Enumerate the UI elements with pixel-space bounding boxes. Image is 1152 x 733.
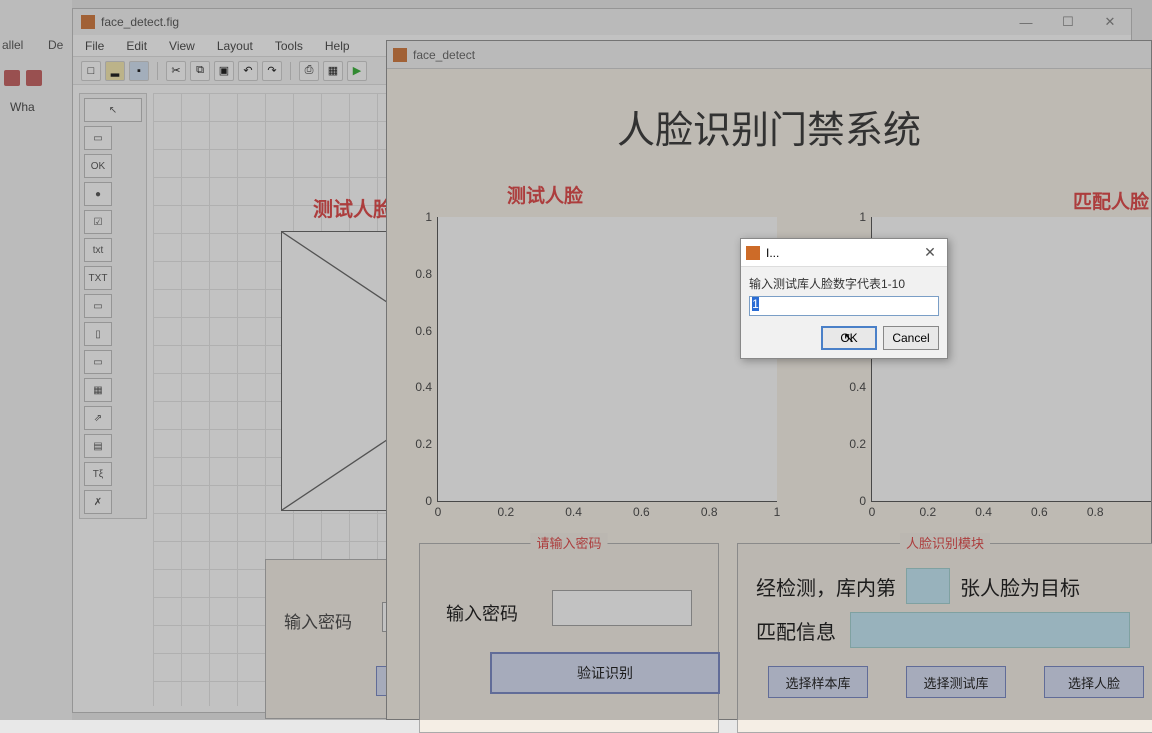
match-info-field	[850, 612, 1130, 648]
axes-tool[interactable]: ⇗	[84, 406, 112, 430]
panel-title: 请输入密码	[530, 533, 607, 552]
select-face-button[interactable]: 选择人脸	[1044, 666, 1144, 698]
matlab-icon	[81, 15, 95, 29]
dialog-close-button[interactable]: ✕	[913, 244, 947, 261]
guide-axes-title: 测试人脸	[313, 193, 393, 222]
matlab-icon	[393, 48, 407, 62]
menu-file[interactable]: File	[85, 39, 104, 53]
listbox-tool[interactable]: ▯	[84, 322, 112, 346]
slider-tool[interactable]: OK	[84, 154, 112, 178]
ytick: 0	[859, 494, 866, 508]
menu-layout[interactable]: Layout	[217, 39, 253, 53]
align-icon[interactable]: ▦	[323, 61, 343, 81]
save-icon[interactable]: ▪	[129, 61, 149, 81]
select-sample-button[interactable]: 选择样本库	[768, 666, 868, 698]
ytick: 0.8	[415, 267, 432, 281]
run-icon[interactable]: ▶	[347, 61, 367, 81]
paste-icon[interactable]: ▣	[214, 61, 234, 81]
xtick: 0.2	[919, 505, 936, 519]
ytick: 0	[425, 494, 432, 508]
password-input[interactable]	[552, 590, 692, 626]
redo-icon[interactable]: ↷	[262, 61, 282, 81]
xtick: 0.2	[497, 505, 514, 519]
menu-view[interactable]: View	[169, 39, 195, 53]
menu-edit[interactable]: Edit	[126, 39, 147, 53]
match-face-title: 匹配人脸	[1073, 187, 1149, 214]
popup-tool[interactable]: ▭	[84, 294, 112, 318]
verify-button[interactable]: 验证识别	[490, 652, 720, 694]
result-text-a: 经检测，库内第	[756, 572, 896, 601]
dialog-prompt: 输入测试库人脸数字代表1-10	[749, 275, 939, 292]
pushbutton-tool[interactable]: ▭	[84, 126, 112, 150]
component-palette: ↖ ▭ OK ● ☑ txt TXT ▭ ▯ ▭ ▦ ⇗ ▤ Tξ ✗	[79, 93, 147, 519]
dialog-titlebar[interactable]: I... ✕	[741, 239, 947, 267]
input-dialog: I... ✕ 输入测试库人脸数字代表1-10 1 OK ↖ Cancel	[740, 238, 948, 359]
xtick: 0.8	[1087, 505, 1104, 519]
menu-help[interactable]: Help	[325, 39, 350, 53]
xtick: 0.4	[975, 505, 992, 519]
select-test-button[interactable]: 选择测试库	[906, 666, 1006, 698]
minimize-button[interactable]: —	[1005, 9, 1047, 35]
dialog-input[interactable]: 1	[749, 296, 939, 316]
figure-titlebar: face_detect	[387, 41, 1151, 69]
password-panel: 请输入密码 输入密码 验证识别	[419, 543, 719, 733]
ytick: 1	[425, 210, 432, 224]
xtick: 0.4	[565, 505, 582, 519]
copy-icon[interactable]: ⧉	[190, 61, 210, 81]
test-face-axes: 1 0.8 0.6 0.4 0.2 0 0 0.2 0.4 0.6 0.8 1	[437, 217, 777, 502]
figure-title-text: face_detect	[413, 48, 475, 62]
password-label: 输入密码	[284, 608, 352, 633]
toolstrip-tab: allel	[2, 38, 23, 52]
panel-title: 人脸识别模块	[900, 533, 990, 552]
ytick: 0.4	[415, 380, 432, 394]
radio-tool[interactable]: ●	[84, 182, 112, 206]
undo-icon[interactable]: ↶	[238, 61, 258, 81]
xtick: 0	[869, 505, 876, 519]
activex-tool[interactable]: ✗	[84, 490, 112, 514]
toolstrip-tab: De	[48, 38, 63, 52]
maximize-button[interactable]: ☐	[1047, 9, 1089, 35]
toggle-tool[interactable]: ▭	[84, 350, 112, 374]
ytick: 0.6	[415, 324, 432, 338]
buttongroup-tool[interactable]: Tξ	[84, 462, 112, 486]
whatsnew-fragment: Wha	[10, 100, 35, 114]
result-text-b: 张人脸为目标	[960, 572, 1080, 601]
xtick: 0.6	[1031, 505, 1048, 519]
password-label: 输入密码	[446, 600, 518, 626]
ytick: 0.2	[849, 437, 866, 451]
panel-tool[interactable]: ▤	[84, 434, 112, 458]
figure-window: face_detect 人脸识别门禁系统 测试人脸 匹配人脸 1 0.8 0.6…	[386, 40, 1152, 720]
recognition-panel: 人脸识别模块 经检测，库内第 张人脸为目标 匹配信息 选择样本库 选择测试库 选…	[737, 543, 1152, 733]
test-face-title: 测试人脸	[507, 181, 583, 208]
xtick: 0.6	[633, 505, 650, 519]
open-icon[interactable]: ▂	[105, 61, 125, 81]
table-tool[interactable]: ▦	[84, 378, 112, 402]
result-index-field	[906, 568, 950, 604]
new-icon[interactable]: □	[81, 61, 101, 81]
toolstrip-icons	[4, 70, 42, 86]
checkbox-tool[interactable]: ☑	[84, 210, 112, 234]
edit-tool[interactable]: txt	[84, 238, 112, 262]
print-icon[interactable]: ⎙	[299, 61, 319, 81]
ytick: 1	[859, 210, 866, 224]
guide-titlebar: face_detect.fig — ☐ ✕	[73, 9, 1131, 35]
match-info-label: 匹配信息	[756, 616, 836, 645]
close-button[interactable]: ✕	[1089, 9, 1131, 35]
ytick: 0.4	[849, 380, 866, 394]
guide-title-text: face_detect.fig	[101, 15, 179, 29]
matlab-toolstrip-fragment: allel De Wha	[0, 0, 72, 720]
ytick: 0.2	[415, 437, 432, 451]
xtick: 0	[435, 505, 442, 519]
select-tool[interactable]: ↖	[84, 98, 142, 122]
xtick: 0.8	[701, 505, 718, 519]
ok-button[interactable]: OK ↖	[821, 326, 877, 350]
text-tool[interactable]: TXT	[84, 266, 112, 290]
cancel-button[interactable]: Cancel	[883, 326, 939, 350]
dialog-title-text: I...	[766, 246, 779, 260]
cut-icon[interactable]: ✂	[166, 61, 186, 81]
matlab-icon	[746, 246, 760, 260]
app-heading: 人脸识别门禁系统	[387, 99, 1151, 154]
menu-tools[interactable]: Tools	[275, 39, 303, 53]
xtick: 1	[774, 505, 781, 519]
